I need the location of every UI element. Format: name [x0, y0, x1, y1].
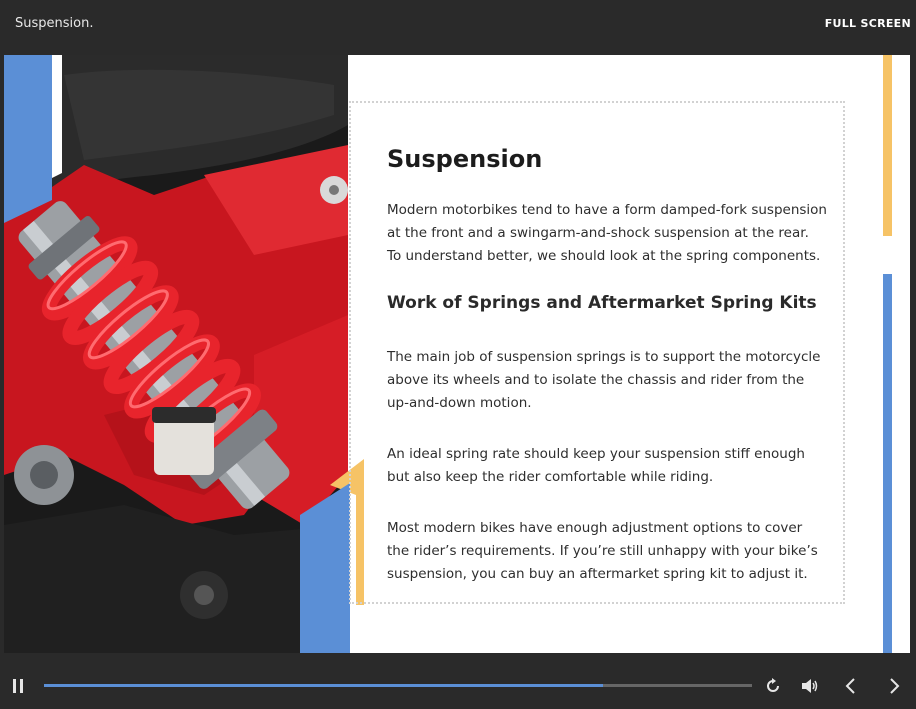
content-card: Suspension Modern motorbikes tend to hav…	[349, 101, 845, 604]
prev-icon[interactable]	[845, 678, 857, 694]
intro-paragraph: Modern motorbikes tend to have a form da…	[387, 202, 827, 264]
yellow-accent-right	[883, 55, 892, 236]
progress-fill	[44, 684, 604, 687]
top-bar: Suspension. FULL SCREEN	[0, 0, 916, 50]
next-icon[interactable]	[888, 678, 900, 694]
blue-accent-right	[883, 274, 892, 653]
fullscreen-button[interactable]: FULL SCREEN	[825, 17, 911, 30]
slide-heading: Suspension	[387, 145, 543, 173]
pause-icon[interactable]	[13, 679, 25, 693]
volume-icon[interactable]	[802, 678, 820, 694]
replay-icon[interactable]	[765, 678, 781, 694]
player-controls	[0, 665, 916, 709]
blue-accent-bottom	[300, 483, 350, 653]
slide-subheading: Work of Springs and Aftermarket Spring K…	[387, 293, 817, 313]
paragraph-aftermarket: Most modern bikes have enough adjustment…	[387, 520, 818, 582]
course-title: Suspension.	[15, 16, 94, 31]
blue-accent-top-left	[4, 55, 62, 223]
slide: Suspension Modern motorbikes tend to hav…	[4, 55, 910, 653]
paragraph-spring-rate: An ideal spring rate should keep your su…	[387, 446, 805, 485]
progress-bar[interactable]	[44, 684, 752, 687]
paragraph-springs: The main job of suspension springs is to…	[387, 349, 821, 411]
